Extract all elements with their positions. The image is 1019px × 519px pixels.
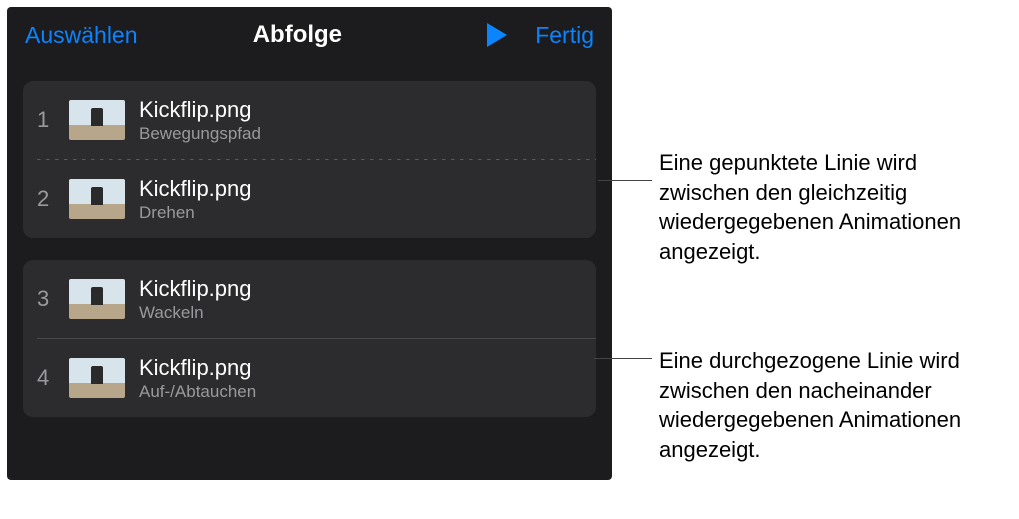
list-item[interactable]: 2 Kickflip.png Drehen bbox=[23, 160, 596, 238]
row-number: 3 bbox=[37, 286, 69, 312]
list-item[interactable]: 4 Kickflip.png Auf-/Abtauchen bbox=[23, 339, 596, 417]
row-title: Kickflip.png bbox=[139, 276, 252, 302]
animation-list: 1 Kickflip.png Bewegungspfad 2 Kickflip.… bbox=[7, 59, 612, 417]
play-icon[interactable] bbox=[487, 23, 507, 47]
callout-text: Eine durchgezogene Linie wird zwischen d… bbox=[659, 346, 999, 465]
panel-title: Abfolge bbox=[253, 21, 342, 48]
done-button[interactable]: Fertig bbox=[535, 22, 594, 49]
row-subtitle: Auf-/Abtauchen bbox=[139, 382, 256, 402]
callout-line bbox=[594, 358, 652, 359]
list-item[interactable]: 3 Kickflip.png Wackeln bbox=[23, 260, 596, 338]
row-number: 1 bbox=[37, 107, 69, 133]
row-subtitle: Wackeln bbox=[139, 303, 252, 323]
row-title: Kickflip.png bbox=[139, 176, 252, 202]
thumbnail bbox=[69, 100, 125, 140]
row-subtitle: Drehen bbox=[139, 203, 252, 223]
row-text: Kickflip.png Bewegungspfad bbox=[139, 97, 261, 144]
animation-group: 1 Kickflip.png Bewegungspfad 2 Kickflip.… bbox=[23, 81, 596, 238]
thumbnail bbox=[69, 279, 125, 319]
row-number: 4 bbox=[37, 365, 69, 391]
row-text: Kickflip.png Auf-/Abtauchen bbox=[139, 355, 256, 402]
row-title: Kickflip.png bbox=[139, 355, 256, 381]
row-subtitle: Bewegungspfad bbox=[139, 124, 261, 144]
callout-line bbox=[598, 180, 652, 181]
list-item[interactable]: 1 Kickflip.png Bewegungspfad bbox=[23, 81, 596, 159]
panel-header: Auswählen Abfolge Fertig bbox=[7, 7, 612, 59]
row-text: Kickflip.png Drehen bbox=[139, 176, 252, 223]
row-title: Kickflip.png bbox=[139, 97, 261, 123]
thumbnail bbox=[69, 179, 125, 219]
row-text: Kickflip.png Wackeln bbox=[139, 276, 252, 323]
row-number: 2 bbox=[37, 186, 69, 212]
select-button[interactable]: Auswählen bbox=[25, 22, 138, 48]
build-order-panel: Auswählen Abfolge Fertig 1 Kickflip.png … bbox=[7, 7, 612, 480]
thumbnail bbox=[69, 358, 125, 398]
callout-text: Eine gepunktete Linie wird zwischen den … bbox=[659, 148, 1004, 267]
animation-group: 3 Kickflip.png Wackeln 4 Kickflip.png Au… bbox=[23, 260, 596, 417]
